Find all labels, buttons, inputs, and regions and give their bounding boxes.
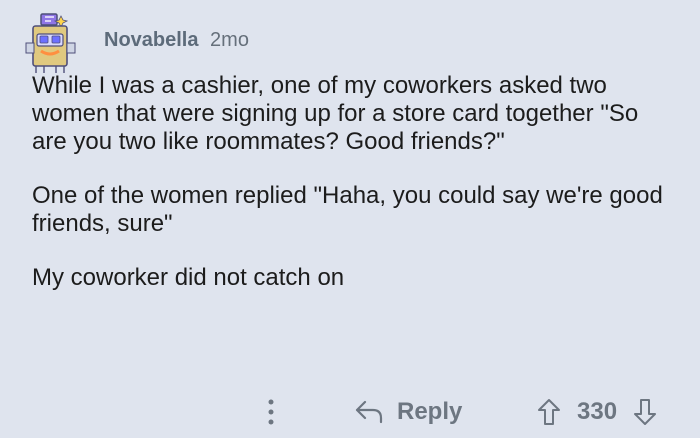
three-dots-vertical-icon xyxy=(268,399,274,425)
username[interactable]: Novabella xyxy=(104,29,198,51)
comment-actions: Reply 330 xyxy=(0,390,700,434)
reply-icon xyxy=(355,400,383,424)
more-options-button[interactable] xyxy=(262,396,280,428)
comment-meta: Novabella 2mo xyxy=(104,28,249,52)
comment-paragraph: One of the women replied "Haha, you coul… xyxy=(32,182,663,237)
upvote-arrow-icon[interactable] xyxy=(535,398,563,426)
downvote-arrow-icon[interactable] xyxy=(631,398,659,426)
reply-label: Reply xyxy=(397,398,463,425)
comment-card: Novabella 2mo While I was a cashier, one… xyxy=(0,0,700,438)
comment-paragraph: My coworker did not catch on xyxy=(32,264,345,291)
comment-paragraph: While I was a cashier, one of my coworke… xyxy=(32,72,639,155)
avatar-robot-icon xyxy=(25,13,76,73)
vote-controls: 330 xyxy=(535,396,659,428)
avatar[interactable] xyxy=(22,12,84,74)
comment-body: While I was a cashier, one of my coworke… xyxy=(32,72,672,318)
reply-button[interactable]: Reply xyxy=(353,396,462,428)
comment-age: 2mo xyxy=(210,29,249,51)
vote-score: 330 xyxy=(577,398,618,425)
